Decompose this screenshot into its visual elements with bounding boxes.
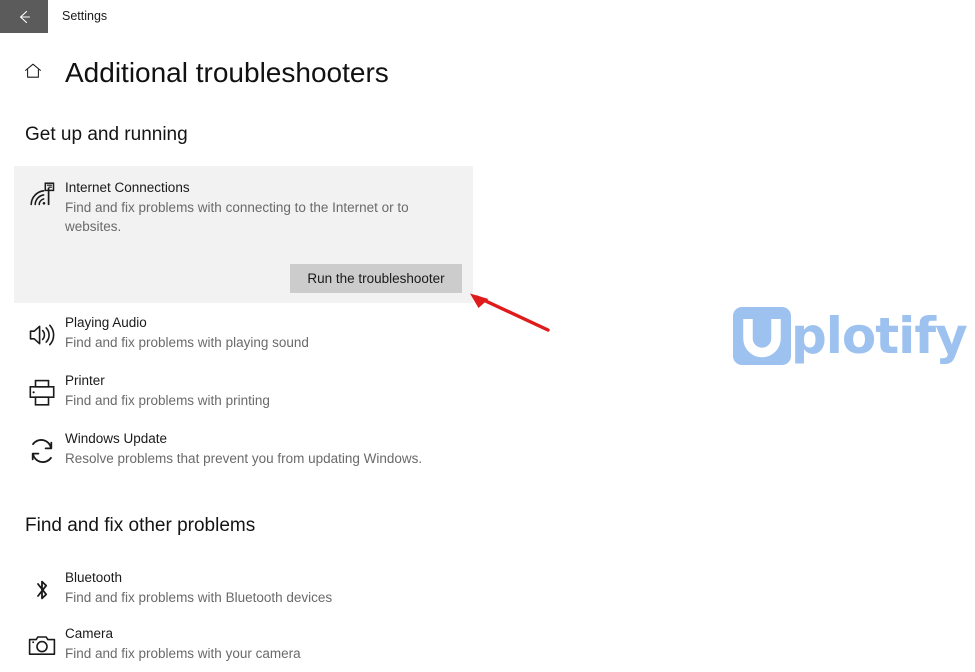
item-text-block: Printer Find and fix problems with print… (65, 371, 465, 410)
item-title: Playing Audio (65, 315, 147, 330)
item-description: Find and fix problems with your camera (65, 646, 301, 661)
card-description: Find and fix problems with connecting to… (65, 200, 409, 234)
bluetooth-icon (25, 573, 59, 607)
card-text-block: Internet Connections Find and fix proble… (65, 178, 455, 236)
section-heading-find-and-fix-other-problems: Find and fix other problems (25, 515, 256, 536)
back-button[interactable] (0, 0, 48, 33)
watermark-text: plotify (791, 307, 968, 365)
home-icon[interactable] (22, 60, 44, 82)
printer-icon (25, 376, 59, 410)
internet-connections-icon (25, 178, 59, 212)
item-title: Printer (65, 373, 105, 388)
item-title: Bluetooth (65, 570, 123, 585)
item-text-block: Playing Audio Find and fix problems with… (65, 313, 465, 352)
troubleshooter-item-windows-update[interactable]: Windows Update Resolve problems that pre… (14, 429, 473, 477)
item-text-block: Windows Update Resolve problems that pre… (65, 429, 465, 468)
camera-icon (25, 629, 59, 663)
item-description: Resolve problems that prevent you from u… (65, 451, 423, 466)
troubleshooter-item-printer[interactable]: Printer Find and fix problems with print… (14, 371, 473, 419)
item-description: Find and fix problems with Bluetooth dev… (65, 590, 333, 605)
troubleshooter-item-bluetooth[interactable]: Bluetooth Find and fix problems with Blu… (14, 568, 473, 616)
window-title: Settings (62, 9, 108, 23)
card-title: Internet Connections (65, 180, 190, 195)
item-title: Windows Update (65, 431, 168, 446)
item-description: Find and fix problems with printing (65, 393, 270, 408)
title-bar: Settings (0, 0, 975, 33)
page-header: Additional troubleshooters (0, 50, 600, 96)
speaker-icon (25, 318, 59, 352)
refresh-icon (25, 434, 59, 468)
arrow-left-icon (14, 7, 34, 27)
page-title: Additional troubleshooters (65, 57, 389, 88)
run-the-troubleshooter-button[interactable]: Run the troubleshooter (290, 264, 462, 293)
uplotify-u-logo-icon (731, 305, 793, 367)
item-description: Find and fix problems with playing sound (65, 335, 309, 350)
troubleshooter-card-internet-connections[interactable]: Internet Connections Find and fix proble… (14, 166, 473, 303)
red-arrow-icon (462, 290, 554, 334)
item-title: Camera (65, 626, 114, 641)
troubleshooter-item-camera[interactable]: Camera Find and fix problems with your c… (14, 624, 473, 672)
item-text-block: Bluetooth Find and fix problems with Blu… (65, 568, 465, 607)
section-heading-get-up-and-running: Get up and running (25, 124, 188, 145)
watermark-uplotify: plotify (731, 302, 971, 370)
item-text-block: Camera Find and fix problems with your c… (65, 624, 465, 663)
troubleshooter-item-playing-audio[interactable]: Playing Audio Find and fix problems with… (14, 313, 473, 361)
